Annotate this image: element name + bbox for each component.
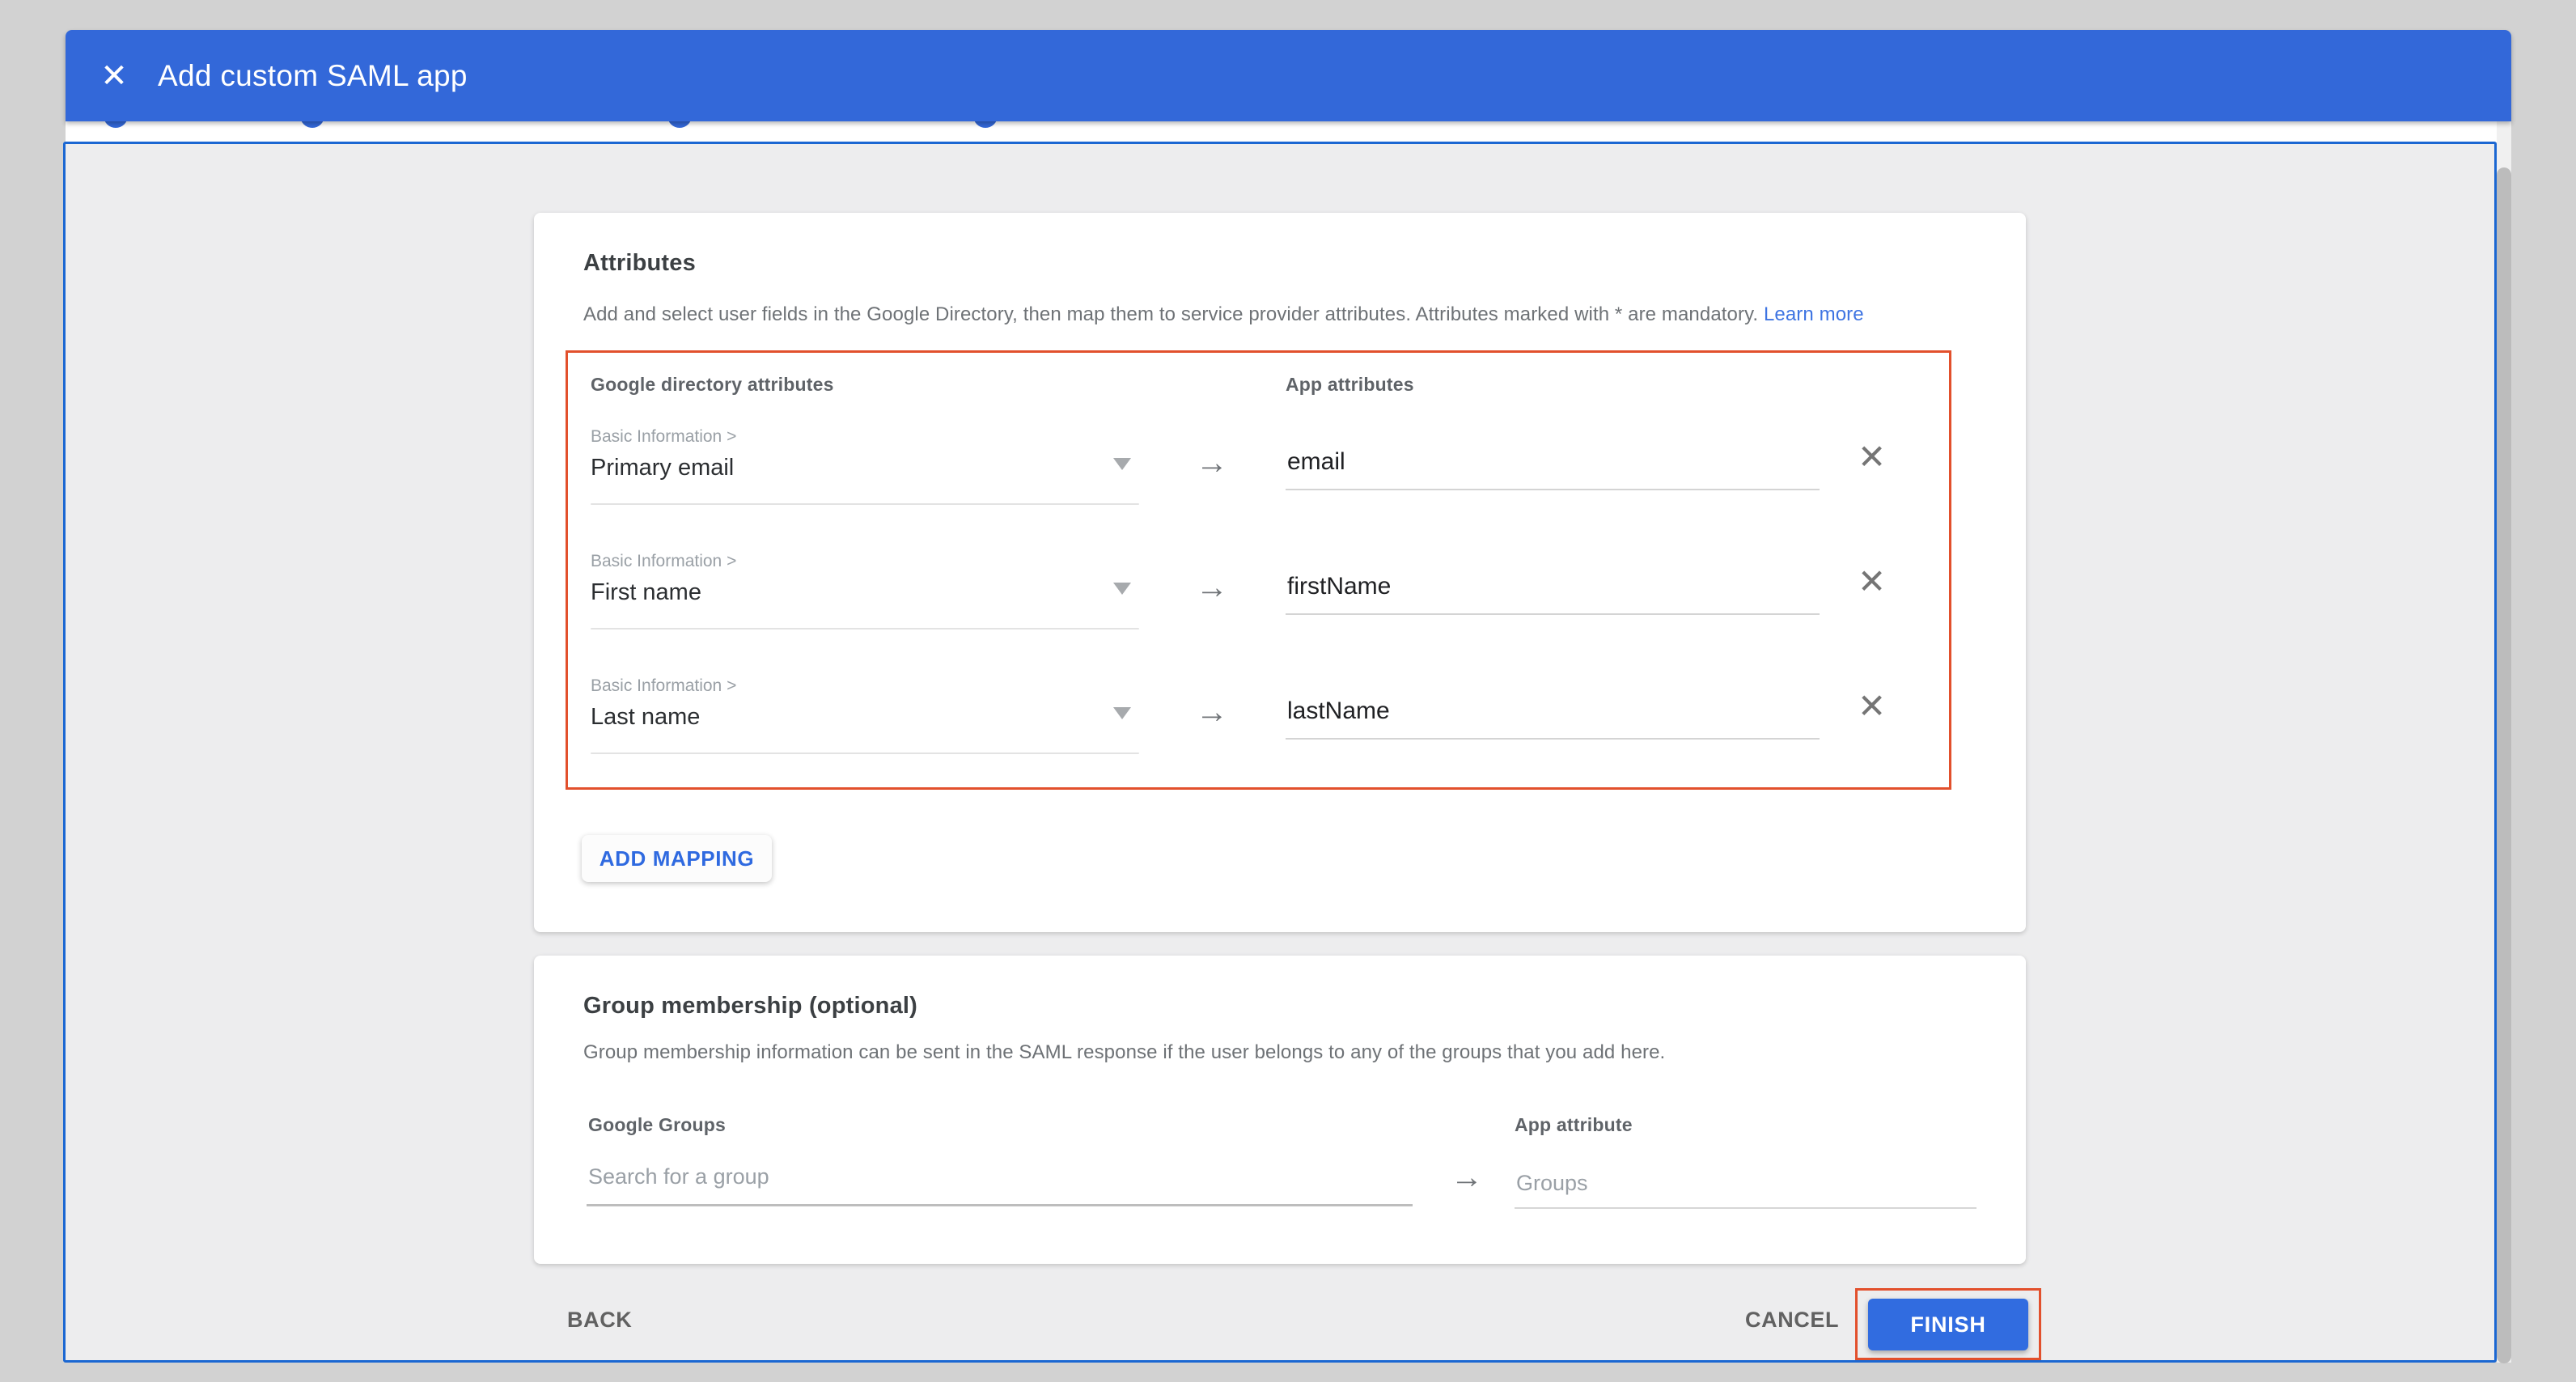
groups-attribute-input[interactable] bbox=[1515, 1171, 1976, 1209]
delete-mapping-icon[interactable]: ✕ bbox=[1858, 565, 1886, 599]
directory-category-label: Basic Information > bbox=[591, 552, 736, 571]
maps-to-arrow-icon: → bbox=[1196, 694, 1228, 731]
attributes-card-description: Add and select user fields in the Google… bbox=[583, 303, 1864, 326]
cancel-button[interactable]: CANCEL bbox=[1745, 1308, 1839, 1333]
group-membership-description: Group membership information can be sent… bbox=[583, 1041, 1665, 1064]
group-membership-card: Group membership (optional) Group member… bbox=[534, 956, 2026, 1264]
app-attribute-label: App attribute bbox=[1515, 1114, 1633, 1136]
directory-attribute-value: Primary email bbox=[591, 455, 734, 481]
app-attribute-input[interactable] bbox=[1286, 573, 1820, 615]
google-directory-attributes-header: Google directory attributes bbox=[591, 374, 834, 396]
header-white-strip bbox=[66, 121, 2511, 142]
back-button[interactable]: BACK bbox=[567, 1308, 632, 1333]
delete-mapping-icon[interactable]: ✕ bbox=[1858, 440, 1886, 474]
add-custom-saml-app-dialog: ✕ Add custom SAML app Attributes Add and… bbox=[0, 0, 2576, 1382]
attributes-card-title: Attributes bbox=[583, 250, 696, 277]
scrollbar-thumb[interactable] bbox=[2497, 167, 2511, 1363]
maps-to-arrow-icon: → bbox=[1196, 445, 1228, 481]
mapping-row: Basic Information > Last name → ✕ bbox=[568, 659, 1949, 783]
finish-button[interactable]: FINISH bbox=[1868, 1299, 2028, 1350]
finish-annotation-box: FINISH bbox=[1855, 1288, 2041, 1360]
directory-attribute-dropdown[interactable]: First name bbox=[591, 578, 1139, 630]
dropdown-underline bbox=[591, 752, 1139, 754]
directory-attribute-dropdown[interactable]: Last name bbox=[591, 702, 1139, 754]
scrollbar-track bbox=[2497, 121, 2511, 1363]
google-groups-label: Google Groups bbox=[588, 1114, 726, 1136]
search-group-input[interactable] bbox=[587, 1164, 1413, 1206]
add-mapping-button[interactable]: ADD MAPPING bbox=[582, 835, 772, 882]
mapping-row: Basic Information > Primary email → ✕ bbox=[568, 409, 1949, 534]
directory-attribute-dropdown[interactable]: Primary email bbox=[591, 453, 1139, 505]
app-attribute-input[interactable] bbox=[1286, 697, 1820, 740]
dropdown-underline bbox=[591, 628, 1139, 630]
app-attributes-header: App attributes bbox=[1286, 374, 1414, 396]
group-membership-title: Group membership (optional) bbox=[583, 993, 917, 1020]
attributes-annotation-box: Google directory attributes App attribut… bbox=[566, 350, 1951, 790]
directory-attribute-value: Last name bbox=[591, 704, 700, 731]
dialog-title: Add custom SAML app bbox=[158, 59, 468, 93]
directory-category-label: Basic Information > bbox=[591, 676, 736, 696]
mapping-row: Basic Information > First name → ✕ bbox=[568, 534, 1949, 659]
maps-to-arrow-icon: → bbox=[1451, 1159, 1483, 1196]
dropdown-underline bbox=[591, 503, 1139, 505]
app-attribute-input[interactable] bbox=[1286, 448, 1820, 490]
directory-attribute-value: First name bbox=[591, 579, 701, 606]
attributes-card: Attributes Add and select user fields in… bbox=[534, 213, 2026, 932]
chevron-down-icon bbox=[1113, 583, 1131, 595]
close-icon[interactable]: ✕ bbox=[96, 60, 132, 92]
wizard-step-content: Attributes Add and select user fields in… bbox=[63, 142, 2497, 1363]
dialog-header: ✕ Add custom SAML app bbox=[66, 30, 2511, 121]
attributes-description-text: Add and select user fields in the Google… bbox=[583, 303, 1758, 325]
directory-category-label: Basic Information > bbox=[591, 427, 736, 447]
delete-mapping-icon[interactable]: ✕ bbox=[1858, 689, 1886, 723]
chevron-down-icon bbox=[1113, 458, 1131, 470]
learn-more-link[interactable]: Learn more bbox=[1764, 303, 1864, 325]
chevron-down-icon bbox=[1113, 707, 1131, 719]
maps-to-arrow-icon: → bbox=[1196, 570, 1228, 606]
